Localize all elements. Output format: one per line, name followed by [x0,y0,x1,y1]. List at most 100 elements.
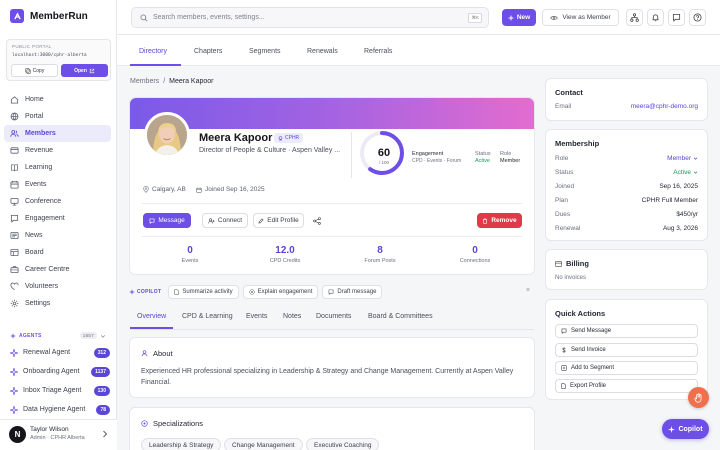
tab-referrals[interactable]: Referrals [364,48,392,55]
remove-button[interactable]: Remove [477,213,522,228]
explain-engagement-chip[interactable]: Explain engagement [242,284,319,299]
avatar: N [9,426,26,443]
agent-item-data-hygiene-agent[interactable]: Data Hygiene Agent 78 [6,400,110,419]
copy-url-button[interactable]: Copy [11,64,58,77]
agent-item-renewal-agent[interactable]: Renewal Agent 312 [6,343,110,362]
stat-forum-label: Forum Posts [364,258,396,264]
specialization-tag: Change Management [224,438,303,450]
agent-item-onboarding-agent[interactable]: Onboarding Agent 1137 [6,362,110,381]
search-input[interactable]: Search members, events, settings... ⌘K [131,7,489,28]
send-invoice-action[interactable]: Send Invoice [555,343,698,357]
sidebar-item-learning[interactable]: Learning [4,159,111,176]
draft-message-chip[interactable]: Draft message [322,284,383,299]
sidebar-item-label: Events [25,181,47,188]
sidebar-item-volunteers[interactable]: Volunteers [4,278,111,295]
role-value: Member [500,158,521,164]
tab-renewals[interactable]: Renewals [307,48,338,55]
specializations-heading: Specializations [141,419,203,428]
chevron-right-icon [103,430,108,438]
calendar-icon [196,187,202,193]
sparkle-icon [10,386,18,395]
sidebar-item-revenue[interactable]: Revenue [4,142,111,159]
brand[interactable]: MemberRun [10,9,88,23]
sidebar-item-engagement[interactable]: Engagement [4,210,111,227]
sidebar-item-label: Career Centre [25,266,70,273]
membership-card: Membership Role Member Status Active Joi… [545,129,708,241]
breadcrumb-separator: / [163,78,166,85]
sidebar-item-members[interactable]: Members [4,125,111,142]
subtab-notes[interactable]: Notes [283,313,301,320]
agents-count: 1657 [79,332,97,339]
edit-profile-button[interactable]: Edit Profile [253,213,304,228]
user-plus-icon [208,217,215,223]
subtab-events[interactable]: Events [246,313,267,320]
membership-heading: Membership [555,139,600,148]
sidebar-item-settings[interactable]: Settings [4,295,111,312]
summarize-activity-chip[interactable]: Summarize activity [168,284,239,299]
copilot-fab[interactable]: Copilot [662,419,709,439]
divider [142,203,522,204]
role-label: Role [500,151,512,157]
add-to-segment-action[interactable]: Add to Segment [555,361,698,375]
engagement-score: 60 [377,147,391,159]
sparkle-icon [668,425,676,433]
profile-title: Director of People & Culture · Aspen Val… [199,147,341,154]
notifications-button[interactable] [647,9,664,26]
globe-icon [10,112,19,121]
agent-item-inbox-triage-agent[interactable]: Inbox Triage Agent 130 [6,381,110,400]
sidebar-item-label: Conference [25,198,62,205]
billing-empty: No invoices [555,275,587,281]
status-select[interactable]: Active [673,169,698,176]
gear-icon [10,299,19,308]
sidebar-item-home[interactable]: Home [4,91,111,108]
open-portal-button[interactable]: Open [61,64,108,77]
sidebar-item-portal[interactable]: Portal [4,108,111,125]
profile-photo [144,112,190,158]
profile-banner [130,98,534,129]
tab-segments[interactable]: Segments [249,48,281,55]
messages-button[interactable] [668,9,685,26]
sparkle-icon [10,405,18,414]
email-link[interactable]: meera@cphr-demo.org [631,103,698,110]
message-button[interactable]: Message [143,213,191,228]
sidebar-item-career-centre[interactable]: Career Centre [4,261,111,278]
subtab-overview[interactable]: Overview [137,313,166,320]
public-portal-box: PUBLIC PORTAL localhost:3000/cphr-albert… [6,39,111,81]
document-icon [561,383,566,389]
sparkle-icon [141,420,148,427]
agents-header[interactable]: AGENTS 1657 [10,332,106,339]
plus-box-icon [561,365,567,371]
share-icon[interactable] [313,217,321,225]
sidebar-item-board[interactable]: Board [4,244,111,261]
sparkle-icon [10,367,18,376]
subtab-cpd-learning[interactable]: CPD & Learning [182,313,233,320]
sidebar-item-events[interactable]: Events [4,176,111,193]
subtab-documents[interactable]: Documents [316,313,351,320]
tab-chapters[interactable]: Chapters [194,48,222,55]
book-icon [10,164,19,172]
org-chart-button[interactable] [626,9,643,26]
dollar-icon [562,347,566,353]
feedback-fab[interactable] [688,387,709,408]
sidebar-item-news[interactable]: News [4,227,111,244]
user-menu[interactable]: N Taylor Wilson Admin · CPHR Alberta [0,419,117,450]
divider [142,236,522,237]
subtab-board-committees[interactable]: Board & Committees [368,313,433,320]
role-select[interactable]: Member [667,155,698,162]
new-button[interactable]: New [502,9,536,26]
help-button[interactable] [689,9,706,26]
send-message-action[interactable]: Send Message [555,324,698,338]
board-icon [10,248,19,257]
stat-forum-value: 8 [377,245,383,256]
breadcrumb-members[interactable]: Members [130,78,159,85]
sidebar-item-conference[interactable]: Conference [4,193,111,210]
view-as-member-button[interactable]: View as Member [542,9,619,26]
target-icon [249,288,255,295]
close-copilot-icon[interactable]: × [526,287,530,294]
export-profile-action[interactable]: Export Profile [555,379,698,393]
tab-directory[interactable]: Directory [139,48,167,55]
email-label: Email [555,103,572,110]
connect-button[interactable]: Connect [202,213,248,228]
copilot-suggestions: COPILOT Summarize activity Explain engag… [129,284,383,299]
trash-icon [483,218,488,224]
